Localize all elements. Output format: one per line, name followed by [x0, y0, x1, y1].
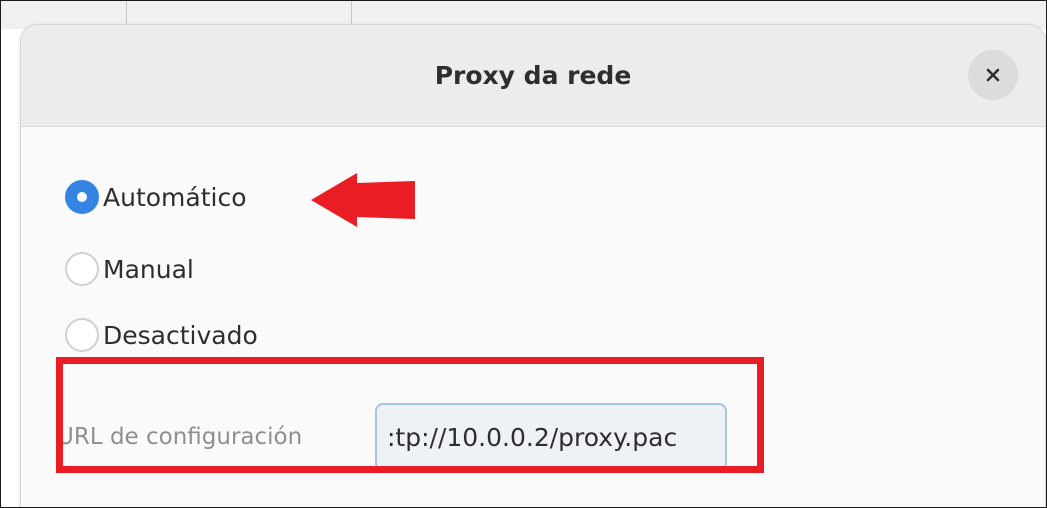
- annotation-arrow-icon: [311, 173, 415, 227]
- config-url-label: URL de configuración: [57, 424, 303, 450]
- close-button[interactable]: [968, 50, 1018, 100]
- dialog-body: Automático Manual Desactivado URL de con…: [21, 127, 1045, 507]
- config-url-row: URL de configuración :tp://10.0.0.2/prox…: [57, 403, 727, 471]
- radio-button-disabled[interactable]: [65, 318, 99, 352]
- dialog-title: Proxy da rede: [434, 61, 632, 90]
- screenshot-frame: Proxy da rede Automático Manual Desactiv…: [0, 0, 1047, 508]
- config-url-input[interactable]: :tp://10.0.0.2/proxy.pac: [375, 403, 727, 471]
- radio-button-automatic[interactable]: [65, 180, 99, 214]
- radio-option-disabled[interactable]: Desactivado: [65, 315, 258, 355]
- radio-label-manual: Manual: [103, 254, 194, 284]
- radio-option-manual[interactable]: Manual: [65, 249, 194, 289]
- radio-option-automatic[interactable]: Automático: [65, 177, 247, 217]
- radio-label-automatic: Automático: [103, 182, 247, 212]
- radio-button-manual[interactable]: [65, 252, 99, 286]
- close-icon: [986, 68, 1000, 82]
- radio-label-disabled: Desactivado: [103, 320, 258, 350]
- network-proxy-dialog: Proxy da rede Automático Manual Desactiv…: [21, 25, 1045, 507]
- dialog-header: Proxy da rede: [21, 25, 1045, 127]
